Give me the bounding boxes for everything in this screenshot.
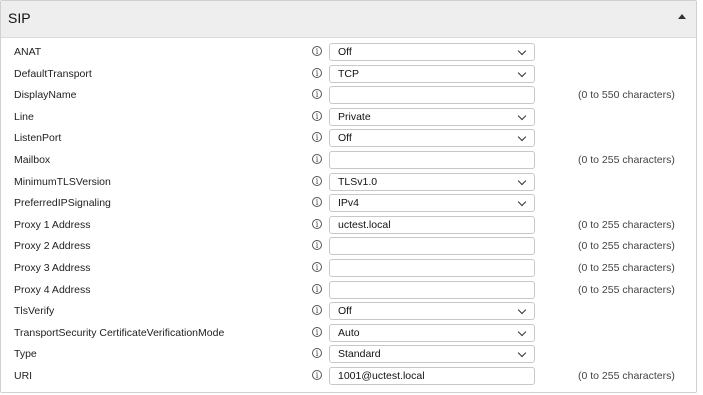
character-limit-hint: (0 to 255 characters): [578, 369, 675, 382]
setting-row-anat: ANAT i Off: [1, 42, 696, 64]
chevron-down-icon: [517, 133, 527, 142]
info-icon[interactable]: i: [312, 132, 322, 143]
control-value: TCP: [338, 67, 359, 80]
info-icon[interactable]: i: [312, 261, 322, 272]
info-icon[interactable]: i: [312, 67, 322, 78]
control-value: uctest.local: [338, 218, 391, 231]
setting-row-proxy-1-address: Proxy 1 Address i uctest.local (0 to 255 ch…: [1, 215, 696, 237]
character-limit-hint: (0 to 255 characters): [578, 218, 675, 231]
info-icon[interactable]: i: [312, 110, 322, 121]
collapse-up-icon[interactable]: [678, 14, 686, 19]
info-icon[interactable]: i: [312, 89, 322, 100]
transportsecurity-certificateverificationmode-select[interactable]: Auto: [329, 323, 535, 342]
setting-row-transportsecurity-certificateverificationmode: TransportSecurity CertificateVerificatio…: [1, 323, 696, 345]
setting-row-defaulttransport: DefaultTransport i TCP: [1, 64, 696, 86]
character-limit-hint: (0 to 255 characters): [578, 153, 675, 166]
setting-row-mailbox: Mailbox i (0 to 255 characters): [1, 150, 696, 172]
character-limit-hint: (0 to 255 characters): [578, 261, 675, 274]
setting-label: Proxy 2 Address: [14, 240, 91, 253]
control-value: Off: [338, 305, 352, 318]
chevron-down-icon: [517, 46, 527, 56]
anat-select[interactable]: Off: [329, 43, 535, 61]
setting-row-tlsverify: TlsVerify i Off: [1, 301, 696, 323]
info-icon[interactable]: i: [312, 326, 322, 337]
chevron-down-icon: [517, 176, 527, 185]
setting-label: URI: [14, 369, 33, 382]
preferredipsignaling-select[interactable]: IPv4: [329, 194, 535, 213]
setting-label: Type: [14, 348, 37, 361]
character-limit-hint: (0 to 255 characters): [578, 240, 675, 253]
displayname-input[interactable]: [329, 86, 535, 105]
control-value: TLSv1.0: [338, 175, 378, 188]
setting-label: Mailbox: [14, 153, 51, 166]
chevron-down-icon: [517, 349, 527, 358]
setting-label: Line: [14, 110, 34, 123]
setting-row-proxy-4-address: Proxy 4 Address i (0 to 255 characters): [1, 280, 696, 302]
defaulttransport-select[interactable]: TCP: [329, 64, 535, 83]
setting-label: DisplayName: [14, 89, 77, 102]
setting-row-proxy-3-address: Proxy 3 Address i (0 to 255 characters): [1, 258, 696, 280]
info-icon[interactable]: i: [312, 348, 322, 359]
control-value: Private: [338, 110, 371, 123]
info-icon[interactable]: i: [312, 369, 322, 380]
mailbox-input[interactable]: [329, 150, 535, 169]
line-select[interactable]: Private: [329, 107, 535, 126]
control-value: Off: [338, 132, 352, 145]
setting-label: DefaultTransport: [14, 67, 92, 80]
info-icon[interactable]: i: [312, 175, 322, 186]
info-icon[interactable]: i: [312, 218, 322, 229]
info-icon[interactable]: i: [312, 240, 322, 251]
setting-row-uri: URI i 1001@uctest.local (0 to 255 character…: [1, 366, 696, 388]
proxy-4-address-input[interactable]: [329, 280, 535, 299]
control-value: 1001@uctest.local: [338, 369, 425, 382]
info-icon[interactable]: i: [312, 153, 322, 164]
chevron-down-icon: [517, 111, 527, 121]
listenport-select[interactable]: Off: [329, 129, 535, 148]
setting-label: Proxy 3 Address: [14, 261, 91, 274]
chevron-down-icon: [517, 305, 527, 315]
setting-row-proxy-2-address: Proxy 2 Address i (0 to 255 characters): [1, 236, 696, 258]
uri-input[interactable]: 1001@uctest.local: [329, 366, 535, 385]
setting-row-type: Type i Standard: [1, 344, 696, 366]
panel-title: SIP: [8, 10, 31, 26]
setting-label: ListenPort: [14, 132, 62, 145]
tlsverify-select[interactable]: Off: [329, 302, 535, 321]
setting-row-line: Line i Private: [1, 107, 696, 129]
setting-label: ANAT: [14, 46, 42, 58]
character-limit-hint: (0 to 255 characters): [578, 283, 675, 296]
setting-row-displayname: DisplayName i (0 to 550 characters): [1, 85, 696, 107]
setting-label: TransportSecurity CertificateVerificatio…: [14, 326, 225, 339]
info-icon[interactable]: i: [312, 305, 322, 316]
proxy-1-address-input[interactable]: uctest.local: [329, 215, 535, 234]
chevron-down-icon: [517, 68, 527, 77]
info-icon[interactable]: i: [312, 197, 322, 208]
chevron-down-icon: [517, 197, 527, 207]
chevron-down-icon: [517, 327, 527, 336]
setting-row-preferredipsignaling: PreferredIPSignaling i IPv4: [1, 193, 696, 215]
info-icon[interactable]: i: [312, 283, 322, 294]
settings-list: ANAT i Off DefaultTransport i TCP DisplayName i…: [1, 42, 696, 388]
setting-label: PreferredIPSignaling: [14, 197, 111, 210]
character-limit-hint: (0 to 550 characters): [578, 89, 675, 102]
proxy-2-address-input[interactable]: [329, 237, 535, 256]
control-value: Off: [338, 46, 352, 58]
control-value: IPv4: [338, 197, 360, 210]
minimumtlsversion-select[interactable]: TLSv1.0: [329, 172, 535, 191]
setting-label: TlsVerify: [14, 305, 55, 318]
type-select[interactable]: Standard: [329, 345, 535, 364]
setting-row-minimumtlsversion: MinimumTLSVersion i TLSv1.0: [1, 172, 696, 194]
proxy-3-address-input[interactable]: [329, 258, 535, 277]
control-value: Standard: [338, 348, 381, 361]
panel-header[interactable]: SIP: [1, 1, 696, 38]
setting-label: Proxy 4 Address: [14, 283, 91, 296]
control-value: Auto: [338, 326, 360, 339]
info-icon[interactable]: i: [312, 46, 322, 56]
setting-label: Proxy 1 Address: [14, 218, 91, 231]
setting-label: MinimumTLSVersion: [14, 175, 111, 188]
sip-panel: SIP ANAT i Off DefaultTransport i TCP DisplayN…: [0, 0, 697, 393]
setting-row-listenport: ListenPort i Off: [1, 128, 696, 150]
